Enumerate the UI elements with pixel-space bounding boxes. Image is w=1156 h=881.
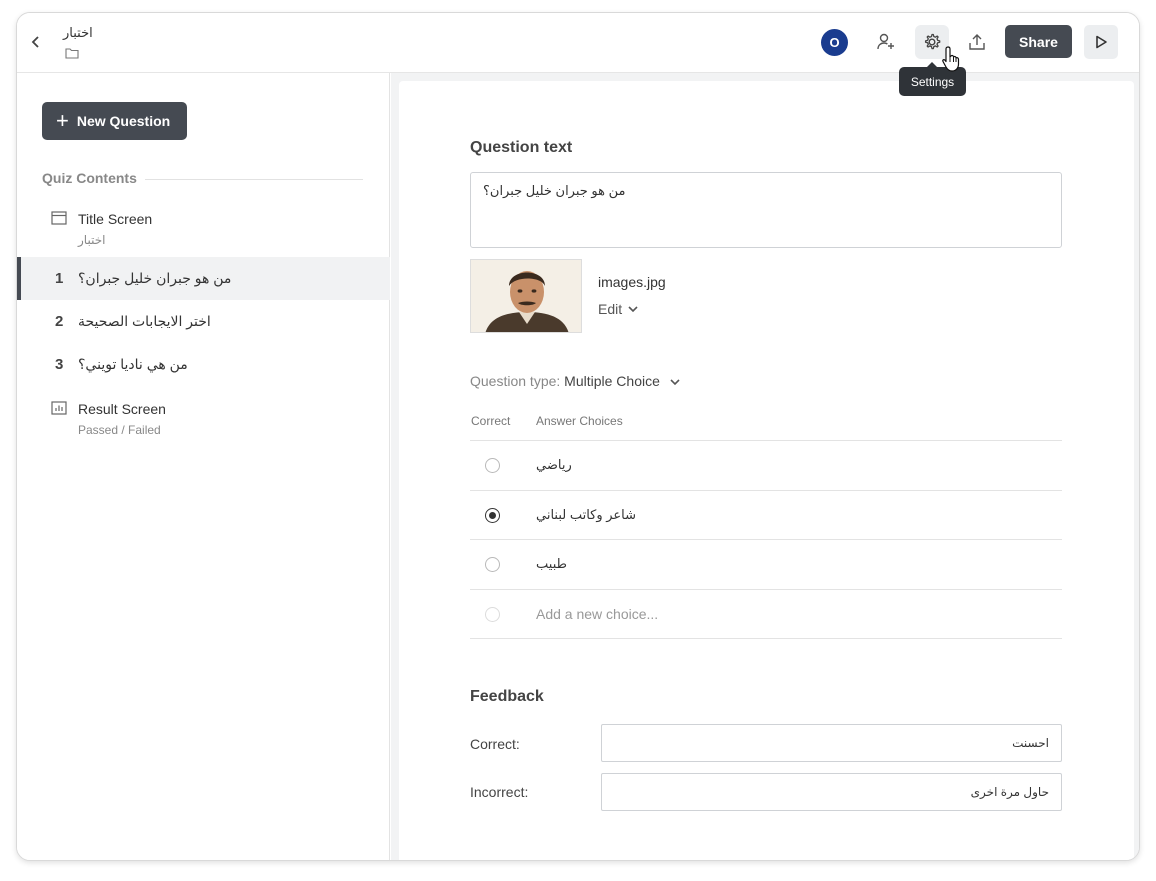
new-question-label: New Question [76,113,171,129]
question-number: 2 [55,313,64,330]
gear-icon [924,33,941,50]
export-button[interactable] [960,25,994,59]
title-screen-icon [51,211,67,225]
sidebar: + New Question Quiz Contents Title Scree… [17,73,390,860]
chevron-down-icon [628,305,638,312]
sidebar-item-sublabel: اختبار [78,233,106,247]
divider [145,179,363,180]
preview-button[interactable] [1084,25,1118,59]
sidebar-item-label: Title Screen [78,211,153,227]
sidebar-item-result-screen[interactable]: Result Screen Passed / Failed [17,391,390,443]
question-type-dropdown[interactable]: Multiple Choice [564,373,680,389]
chevron-left-icon [31,36,39,48]
choice-text[interactable]: طبيب [536,556,567,572]
column-header-answers: Answer Choices [536,414,623,428]
feedback-incorrect-label: Incorrect: [470,784,529,800]
question-type-row: Question type: Multiple Choice [470,373,680,389]
feedback-incorrect-input[interactable]: حاول مرة اخرى [601,773,1062,811]
add-collaborator-button[interactable] [869,25,903,59]
question-number: 3 [55,356,64,373]
play-icon [1096,35,1107,49]
back-button[interactable] [27,31,45,53]
feedback-correct-label: Correct: [470,736,520,752]
quiz-contents-heading: Quiz Contents [42,170,137,186]
feedback-correct-input[interactable]: احسنت [601,724,1062,762]
feedback-heading: Feedback [470,688,544,705]
question-text-input[interactable]: من هو جبران خليل جبران؟ [470,172,1062,248]
folder-icon[interactable] [65,47,79,59]
sidebar-item-sublabel: Passed / Failed [78,423,161,437]
column-header-correct: Correct [471,414,511,428]
correct-radio[interactable] [485,508,500,523]
editor-area: Question text من هو جبران خليل جبران؟ im… [391,73,1139,860]
add-choice-input[interactable]: Add a new choice... [536,606,658,622]
question-type-value: Multiple Choice [564,373,660,389]
choice-row: طبيب [470,539,1062,589]
plus-icon: + [56,108,69,133]
sidebar-item-label: من هو جبران خليل جبران؟ [78,270,232,286]
add-user-icon [877,33,894,50]
question-number: 1 [55,270,64,287]
image-edit-button[interactable]: Edit [598,301,638,317]
correct-radio[interactable] [485,557,500,572]
question-type-label: Question type: [470,373,561,389]
bar-chart-icon [51,401,67,415]
share-button[interactable]: Share [1005,25,1072,58]
upload-icon [969,34,985,50]
feedback-incorrect-value: حاول مرة اخرى [970,785,1049,799]
choice-row: رياضي [470,440,1062,490]
sidebar-item-question-3[interactable]: 3 من هي ناديا تويني؟ [17,343,390,386]
edit-label: Edit [598,301,623,317]
choice-text[interactable]: رياضي [536,457,572,473]
sidebar-item-question-1[interactable]: 1 من هو جبران خليل جبران؟ [17,257,390,300]
portrait-image [471,260,581,332]
hand-cursor-icon [942,46,960,72]
correct-radio [485,607,500,622]
image-filename: images.jpg [598,274,666,290]
new-question-button[interactable]: + New Question [42,102,187,140]
add-choice-row: Add a new choice... [470,589,1062,639]
question-editor-panel: Question text من هو جبران خليل جبران؟ im… [399,81,1134,860]
quiz-title: اختبار [63,25,93,40]
question-text-heading: Question text [470,139,573,156]
avatar[interactable]: O [821,29,848,56]
app-window: اختبار O Share + New Question Quiz Conte… [16,12,1140,861]
choice-row: شاعر وكاتب لبناني [470,490,1062,540]
feedback-correct-value: احسنت [1012,736,1049,750]
sidebar-item-label: اختر الايجابات الصحيحة [78,313,211,329]
question-image[interactable] [470,259,582,333]
sidebar-item-title-screen[interactable]: Title Screen اختبار [17,201,390,253]
sidebar-item-label: من هي ناديا تويني؟ [78,356,188,372]
top-bar: اختبار O Share [17,13,1139,73]
sidebar-item-label: Result Screen [78,401,166,417]
sidebar-item-question-2[interactable]: 2 اختر الايجابات الصحيحة [17,300,390,343]
chevron-down-icon [670,379,680,386]
choice-text[interactable]: شاعر وكاتب لبناني [536,507,636,523]
correct-radio[interactable] [485,458,500,473]
